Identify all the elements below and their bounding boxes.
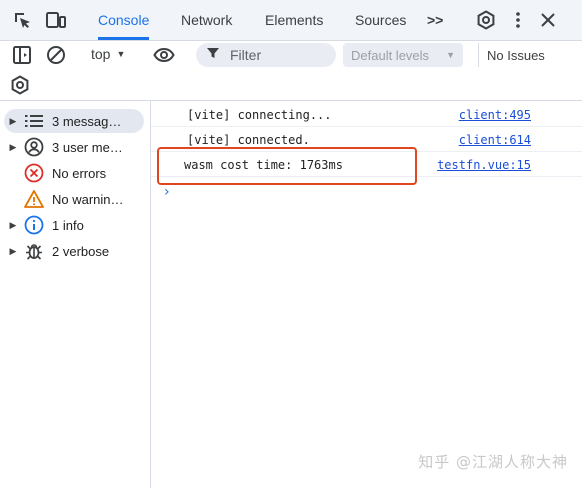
sidebar-item-label: No errors — [52, 165, 107, 181]
sidebar-item-user-messages[interactable]: ▶ 3 user me… — [4, 135, 144, 159]
inspect-element-icon[interactable] — [10, 8, 34, 32]
context-selector[interactable]: top ▼ — [91, 46, 125, 62]
clear-console-icon[interactable] — [44, 43, 68, 67]
log-row: [vite] connecting... client:495 — [151, 103, 582, 127]
filter-input[interactable] — [228, 46, 332, 64]
caret-down-icon: ▼ — [116, 49, 126, 59]
info-icon — [22, 215, 46, 235]
console-toolbar: top ▼ Default levels ▼ No Issues — [0, 41, 582, 69]
list-icon — [22, 114, 46, 128]
log-source-link[interactable]: client:495 — [459, 108, 531, 122]
log-message: [vite] connecting... — [187, 108, 332, 122]
sidebar-item-label: 2 verbose — [52, 243, 110, 259]
tab-console[interactable]: Console — [98, 0, 150, 40]
issues-label: No Issues — [487, 47, 545, 63]
bug-icon — [22, 241, 46, 261]
filter-box[interactable] — [196, 43, 336, 67]
log-row: [vite] connected. client:614 — [151, 128, 582, 152]
sidebar-item-errors[interactable]: No errors — [4, 161, 144, 185]
watermark: 知乎 @江湖人称大神 — [418, 453, 568, 471]
user-icon — [22, 137, 46, 157]
more-tabs-button[interactable]: >> — [427, 0, 443, 40]
tab-sources[interactable]: Sources — [355, 0, 406, 40]
console-log-area: [vite] connecting... client:495 [vite] c… — [151, 101, 582, 488]
warning-icon — [22, 189, 46, 209]
sidebar-item-warnings[interactable]: No warnin… — [4, 187, 144, 211]
console-sidebar: ▶ 3 messag… ▶ 3 user me… No errors No wa… — [0, 101, 151, 488]
devtools-tabbar: Console Network Elements Sources >> — [0, 0, 582, 41]
expand-arrow-icon[interactable]: ▶ — [4, 142, 22, 153]
filter-funnel-icon — [206, 46, 220, 65]
tab-network[interactable]: Network — [181, 0, 232, 40]
context-selector-value: top — [91, 46, 111, 62]
sidebar-item-label: 3 messag… — [52, 113, 122, 129]
sidebar-item-label: No warnin… — [52, 191, 124, 207]
issues-button[interactable]: No Issues — [478, 43, 545, 67]
tab-elements[interactable]: Elements — [265, 0, 323, 40]
console-prompt-chevron-icon[interactable]: › — [164, 184, 170, 200]
log-levels-value: Default levels — [351, 47, 430, 63]
sidebar-item-info[interactable]: ▶ 1 info — [4, 213, 144, 237]
console-settings-gear-icon[interactable] — [8, 73, 32, 97]
sidebar-item-label: 1 info — [52, 217, 84, 233]
log-levels-dropdown[interactable]: Default levels ▼ — [343, 43, 463, 67]
expand-arrow-icon[interactable]: ▶ — [4, 116, 22, 127]
sidebar-toggle-icon[interactable] — [10, 43, 34, 67]
caret-down-icon: ▼ — [446, 50, 455, 60]
log-message: wasm cost time: 1763ms — [184, 158, 343, 172]
console-toolbar-row2 — [0, 70, 582, 101]
expand-arrow-icon[interactable]: ▶ — [4, 220, 22, 231]
expand-arrow-icon[interactable]: ▶ — [4, 246, 22, 257]
live-expression-eye-icon[interactable] — [152, 43, 176, 67]
close-icon[interactable] — [536, 8, 560, 32]
device-toolbar-icon[interactable] — [44, 8, 68, 32]
error-icon — [22, 163, 46, 183]
sidebar-item-label: 3 user me… — [52, 139, 123, 155]
sidebar-item-messages[interactable]: ▶ 3 messag… — [4, 109, 144, 133]
more-options-icon[interactable] — [506, 8, 530, 32]
log-source-link[interactable]: client:614 — [459, 133, 531, 147]
log-source-link[interactable]: testfn.vue:15 — [437, 158, 531, 172]
log-message: [vite] connected. — [187, 133, 310, 147]
devtools-window: Console Network Elements Sources >> top … — [0, 0, 582, 488]
settings-gear-icon[interactable] — [474, 8, 498, 32]
sidebar-item-verbose[interactable]: ▶ 2 verbose — [4, 239, 144, 263]
log-row: wasm cost time: 1763ms testfn.vue:15 — [151, 153, 582, 177]
